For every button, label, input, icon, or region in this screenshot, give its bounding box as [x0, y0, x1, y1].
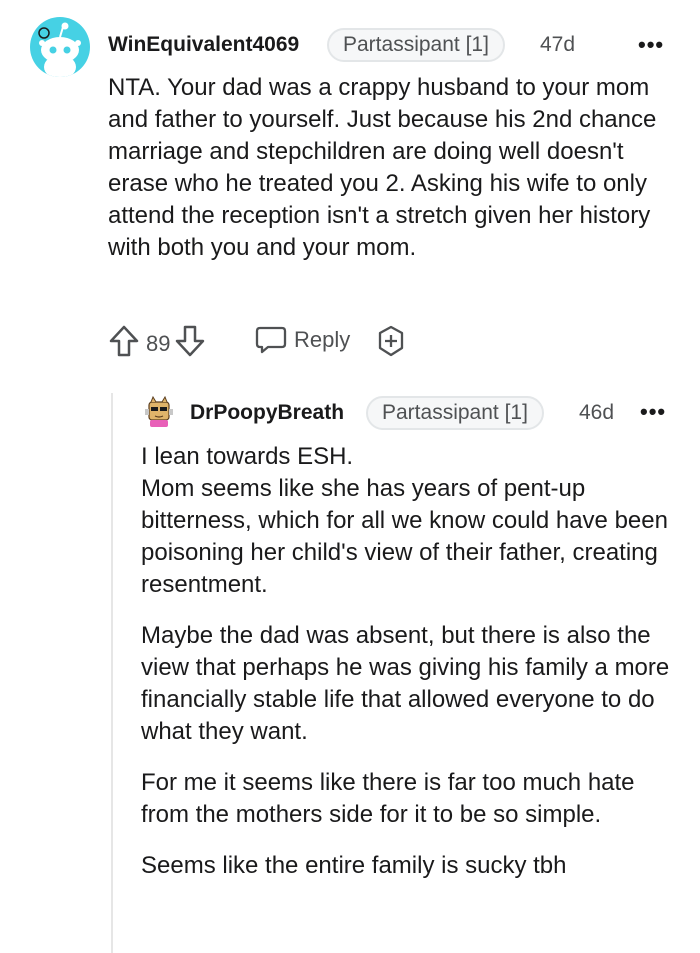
- upvote-button[interactable]: [108, 324, 140, 364]
- reply-label: Reply: [294, 327, 351, 352]
- comment-author[interactable]: WinEquivalent4069: [108, 33, 299, 57]
- user-flair: Partassipant [1]: [366, 396, 544, 430]
- comment-paragraph: For me it seems like there is far too mu…: [141, 769, 635, 828]
- upvote-icon: [109, 325, 139, 357]
- reply-icon: [255, 326, 287, 354]
- more-options-button[interactable]: •••: [638, 32, 664, 58]
- comment-paragraph: Maybe the dad was absent, but there is a…: [141, 622, 670, 745]
- comment-body: NTA. Your dad was a crappy husband to yo…: [108, 72, 668, 264]
- vote-controls: 89: [108, 324, 206, 364]
- user-flair: Partassipant [1]: [327, 28, 505, 62]
- award-button[interactable]: [374, 324, 408, 358]
- custom-avatar-icon: [145, 395, 173, 427]
- comment-author[interactable]: DrPoopyBreath: [190, 401, 344, 425]
- snoo-avatar-icon: [38, 22, 81, 77]
- comment-text: NTA. Your dad was a crappy husband to yo…: [108, 74, 657, 261]
- user-avatar[interactable]: [30, 17, 90, 77]
- downvote-icon: [176, 325, 205, 357]
- comment-paragraph: I lean towards ESH. Mom seems like she h…: [141, 443, 668, 598]
- comment-timestamp: 47d: [540, 33, 576, 56]
- more-options-button[interactable]: •••: [640, 399, 666, 425]
- comment-paragraph: Seems like the entire family is sucky tb…: [141, 852, 567, 879]
- reply-button[interactable]: Reply: [254, 324, 350, 356]
- user-avatar[interactable]: [141, 395, 177, 431]
- vote-count: 89: [146, 331, 171, 356]
- comment-body: I lean towards ESH. Mom seems like she h…: [141, 441, 686, 882]
- comment-timestamp: 46d: [579, 401, 615, 424]
- downvote-button[interactable]: [174, 324, 206, 364]
- award-icon: [378, 325, 404, 357]
- thread-line[interactable]: [111, 393, 113, 953]
